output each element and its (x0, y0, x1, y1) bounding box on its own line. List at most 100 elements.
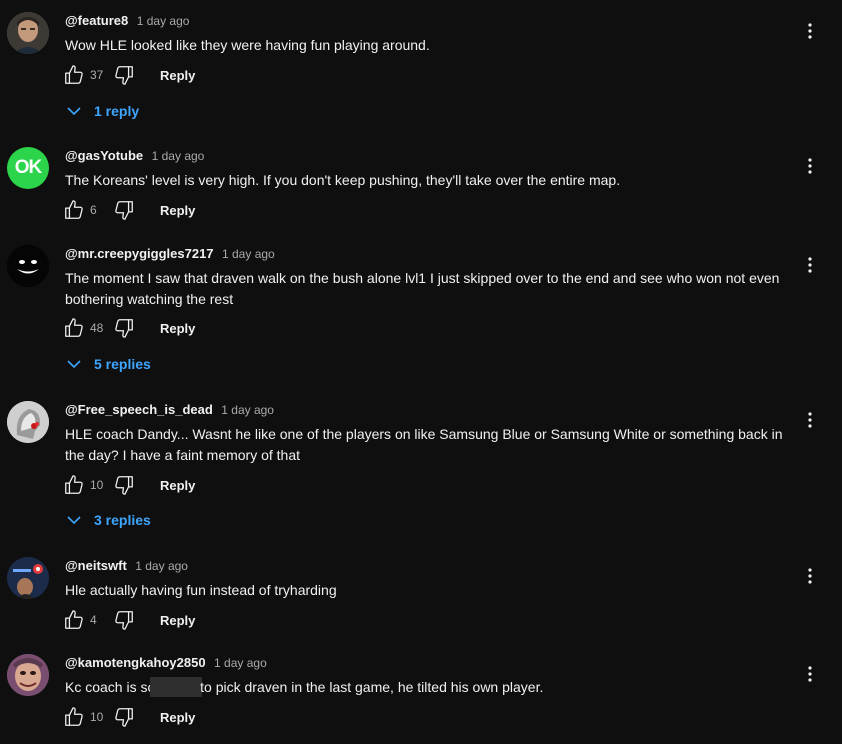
more-actions-button[interactable] (800, 662, 820, 686)
like-button[interactable] (62, 316, 86, 340)
replies-count: 3 replies (94, 512, 151, 528)
thumb-down-icon (115, 66, 133, 85)
dislike-button[interactable] (112, 473, 136, 497)
like-count: 48 (90, 321, 104, 335)
replies-toggle[interactable]: 1 reply (66, 99, 139, 123)
like-button[interactable] (62, 63, 86, 87)
comment-actions: 4 Reply (62, 608, 195, 632)
chevron-down-icon (67, 360, 81, 369)
reply-button[interactable]: Reply (160, 710, 195, 725)
avatar[interactable] (7, 12, 49, 54)
avatar[interactable]: OK (7, 147, 49, 189)
chevron-down-icon (67, 107, 81, 116)
avatar-image (7, 654, 49, 696)
comment-time[interactable]: 1 day ago (222, 247, 275, 261)
comment-text-after: to pick draven in the last game, he tilt… (196, 679, 544, 695)
avatar[interactable] (7, 557, 49, 599)
comment-text: Kc coach is so to pick draven in the las… (65, 677, 795, 698)
comment-text: HLE coach Dandy... Wasnt he like one of … (65, 426, 783, 463)
comment-time[interactable]: 1 day ago (221, 403, 274, 417)
comment-time[interactable]: 1 day ago (135, 559, 188, 573)
comment-actions: 10 Reply (62, 473, 195, 497)
comment-meta: @gasYotube 1 day ago (65, 147, 204, 165)
comment-meta: @kamotengkahoy2850 1 day ago (65, 654, 267, 672)
dislike-button[interactable] (112, 316, 136, 340)
comment-time[interactable]: 1 day ago (137, 14, 190, 28)
more-actions-button[interactable] (800, 19, 820, 43)
more-vert-icon (808, 412, 812, 428)
thumb-up-icon (65, 318, 83, 337)
dislike-button[interactable] (112, 63, 136, 87)
reply-button[interactable]: Reply (160, 478, 195, 493)
like-count: 10 (90, 478, 104, 492)
reply-button[interactable]: Reply (160, 68, 195, 83)
reply-button[interactable]: Reply (160, 613, 195, 628)
avatar[interactable] (7, 654, 49, 696)
more-vert-icon (808, 257, 812, 273)
more-actions-button[interactable] (800, 408, 820, 432)
comment-time[interactable]: 1 day ago (214, 656, 267, 670)
reply-button[interactable]: Reply (160, 321, 195, 336)
comment-meta: @Free_speech_is_dead 1 day ago (65, 401, 274, 419)
avatar[interactable] (7, 401, 49, 443)
like-button[interactable] (62, 473, 86, 497)
comment-author[interactable]: @mr.creepygiggles7217 (65, 246, 214, 261)
comment-author[interactable]: @neitswft (65, 558, 127, 573)
thumb-up-icon (65, 707, 83, 726)
comment-actions: 37 Reply (62, 63, 195, 87)
comment-text: The moment I saw that draven walk on the… (65, 270, 780, 307)
comment-meta: @feature8 1 day ago (65, 12, 189, 30)
comment-author[interactable]: @gasYotube (65, 148, 143, 163)
chevron-down-icon (67, 516, 81, 525)
like-button[interactable] (62, 198, 86, 222)
dislike-button[interactable] (112, 198, 136, 222)
replies-count: 1 reply (94, 103, 140, 119)
replies-toggle[interactable]: 3 replies (66, 508, 151, 532)
avatar-image (7, 401, 49, 443)
comment-meta: @mr.creepygiggles7217 1 day ago (65, 245, 275, 263)
thumb-up-icon (65, 475, 83, 494)
thumb-up-icon (65, 65, 83, 84)
reply-button[interactable]: Reply (160, 203, 195, 218)
avatar-image (7, 12, 49, 54)
avatar-image (7, 557, 49, 599)
thumb-down-icon (115, 201, 133, 220)
more-vert-icon (808, 568, 812, 584)
like-count: 6 (90, 203, 97, 217)
comment-author[interactable]: @feature8 (65, 13, 128, 28)
like-button[interactable] (62, 608, 86, 632)
comment-author[interactable]: @Free_speech_is_dead (65, 402, 213, 417)
thumb-down-icon (115, 611, 133, 630)
replies-toggle[interactable]: 5 replies (66, 352, 151, 376)
comment-actions: 48 Reply (62, 316, 195, 340)
comment-text: The Koreans' level is very high. If you … (65, 172, 621, 188)
avatar[interactable] (7, 245, 49, 287)
comment-text: Wow HLE looked like they were having fun… (65, 37, 430, 53)
more-actions-button[interactable] (800, 564, 820, 588)
like-count: 4 (90, 613, 97, 627)
more-actions-button[interactable] (800, 253, 820, 277)
comment-actions: 6 Reply (62, 198, 195, 222)
comment-text: Hle actually having fun instead of tryha… (65, 582, 337, 598)
dislike-button[interactable] (112, 608, 136, 632)
comment-author[interactable]: @kamotengkahoy2850 (65, 655, 206, 670)
thumb-down-icon (115, 708, 133, 727)
thumb-down-icon (115, 319, 133, 338)
thumb-down-icon (115, 476, 133, 495)
replies-count: 5 replies (94, 356, 151, 372)
comment-text-before: Kc coach is so (65, 679, 156, 695)
avatar-text: OK (14, 157, 42, 178)
more-vert-icon (808, 23, 812, 39)
more-vert-icon (808, 666, 812, 682)
thumb-up-icon (65, 610, 83, 629)
like-button[interactable] (62, 705, 86, 729)
redaction-block (150, 677, 203, 697)
comments-section: @feature8 1 day ago Wow HLE looked like … (0, 0, 842, 744)
comment-time[interactable]: 1 day ago (152, 149, 205, 163)
dislike-button[interactable] (112, 705, 136, 729)
comment-actions: 10 Reply (62, 705, 195, 729)
thumb-up-icon (65, 200, 83, 219)
like-count: 10 (90, 710, 104, 724)
more-actions-button[interactable] (800, 154, 820, 178)
like-count: 37 (90, 68, 104, 82)
